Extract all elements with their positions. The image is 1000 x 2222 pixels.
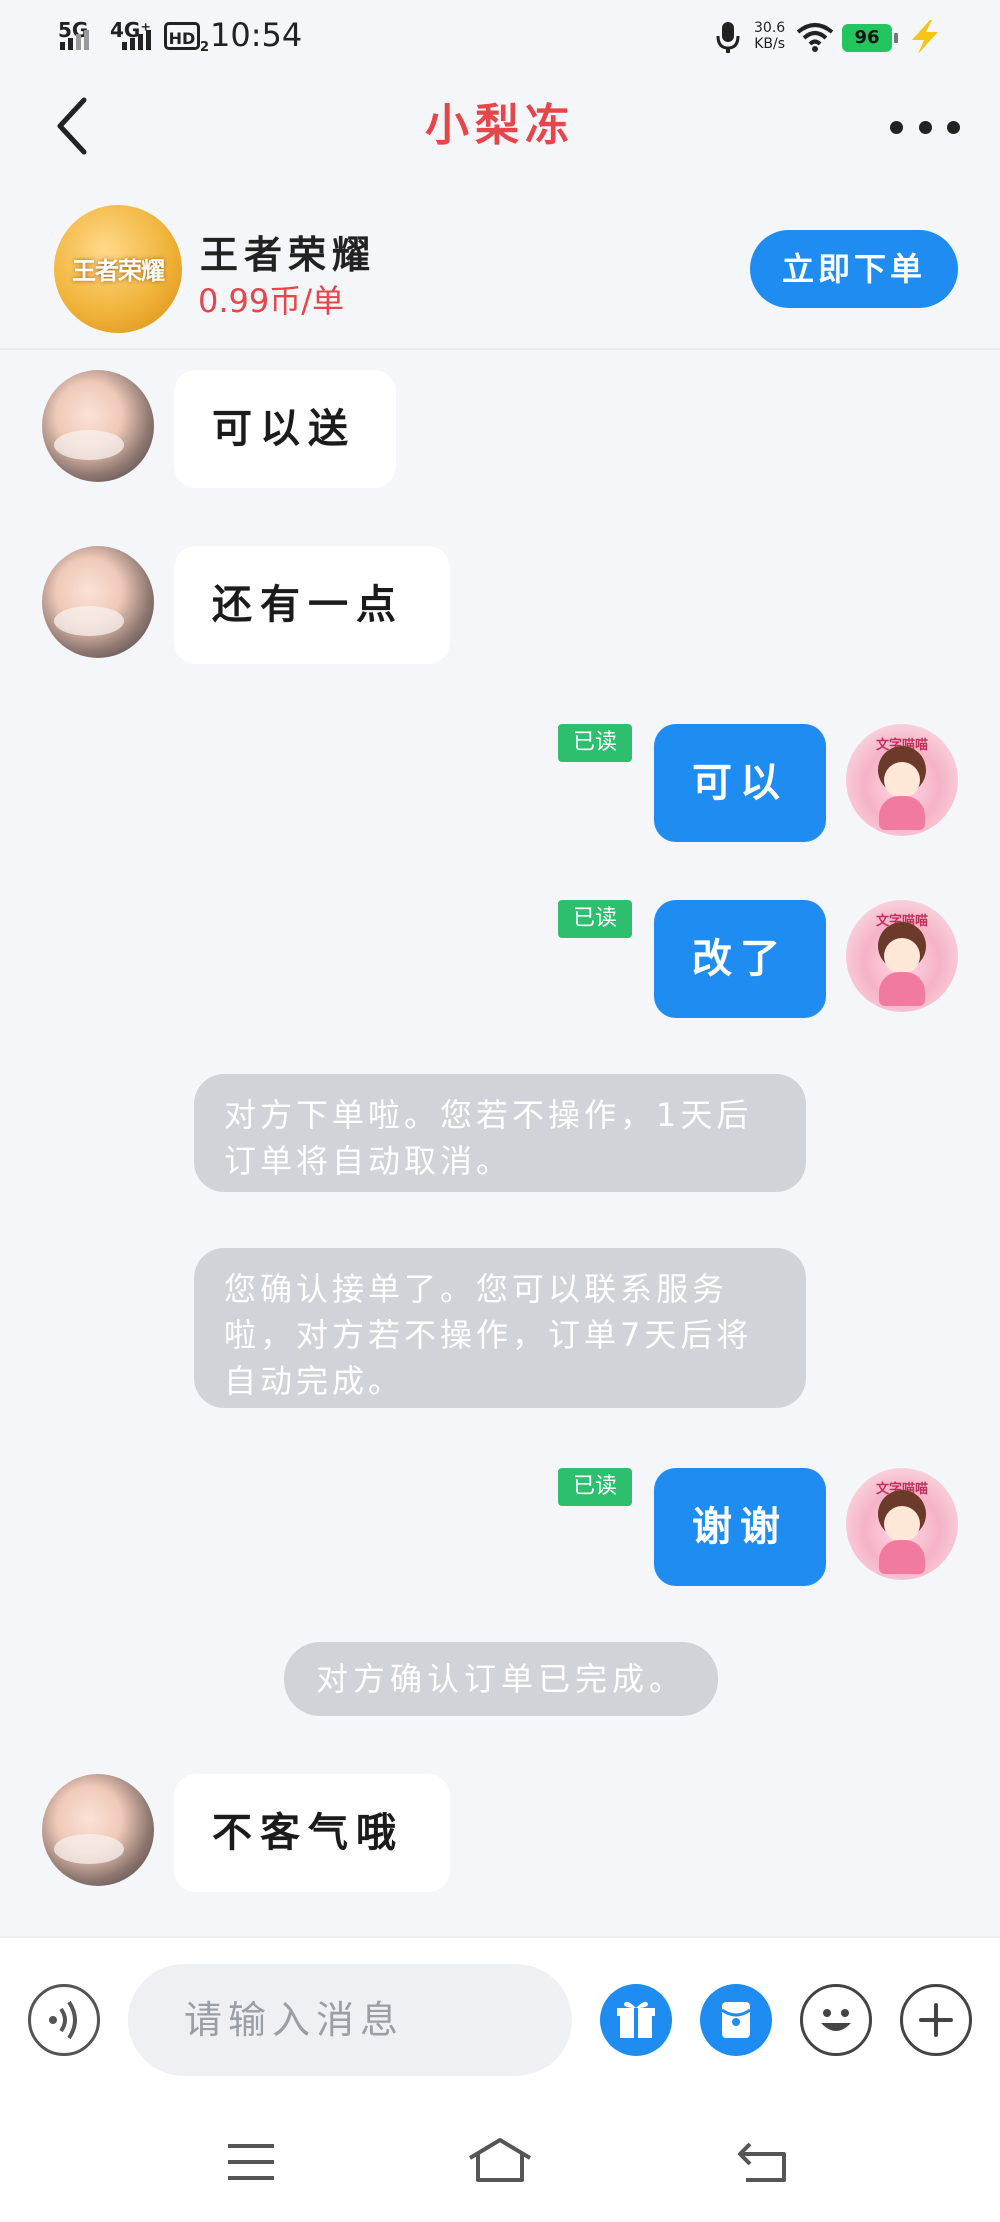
message-input[interactable] — [128, 1964, 572, 2076]
signal-icon — [60, 30, 89, 50]
home-icon[interactable] — [466, 2136, 534, 2184]
wifi-icon — [796, 23, 834, 52]
page-title: 小梨冻 — [425, 100, 575, 151]
read-status-badge: 已读 — [558, 900, 632, 938]
message-bubble: 可以送 — [174, 370, 396, 488]
status-bar: 5G 4G⁺ HD 2 10:54 30.6 KB/s 96 — [0, 0, 1000, 74]
network-speed: 30.6 KB/s — [754, 20, 785, 52]
avatar[interactable] — [42, 370, 154, 482]
message-bubble: 改了 — [654, 900, 826, 1018]
my-avatar[interactable]: 文字喵喵 — [846, 724, 958, 836]
game-name: 王者荣耀 — [200, 233, 377, 277]
back-icon[interactable] — [736, 2140, 790, 2184]
mic-icon — [716, 22, 740, 53]
message-bubble: 还有一点 — [174, 546, 450, 664]
avatar-banner-text: 文字喵喵 — [875, 738, 928, 753]
clock: 10:54 — [210, 16, 303, 54]
red-packet-icon[interactable] — [700, 1984, 772, 2056]
more-dots-icon[interactable] — [890, 114, 960, 140]
plus-icon[interactable] — [900, 1984, 972, 2056]
my-avatar[interactable]: 文字喵喵 — [846, 900, 958, 1012]
battery-icon: 96 — [842, 24, 898, 52]
hd-call-icon: HD — [164, 22, 200, 50]
avatar[interactable] — [42, 1774, 154, 1886]
gift-icon[interactable] — [600, 1984, 672, 2056]
system-message: 对方确认订单已完成。 — [284, 1642, 718, 1716]
system-message: 对方下单啦。您若不操作，1天后订单将自动取消。 — [194, 1074, 806, 1192]
avatar-banner-text: 文字喵喵 — [875, 1482, 928, 1497]
voice-icon[interactable] — [28, 1984, 100, 2056]
message-bubble: 可以 — [654, 724, 826, 842]
my-avatar[interactable]: 文字喵喵 — [846, 1468, 958, 1580]
speed-unit: KB/s — [754, 36, 785, 52]
speed-value: 30.6 — [754, 20, 786, 36]
charging-icon — [912, 20, 938, 54]
hd-sub: 2 — [200, 40, 210, 55]
menu-icon[interactable] — [226, 2142, 276, 2182]
signal-icon — [122, 30, 151, 50]
message-bubble: 不客气哦 — [174, 1774, 450, 1892]
read-status-badge: 已读 — [558, 724, 632, 762]
emoji-icon[interactable] — [800, 1984, 872, 2056]
game-logo[interactable]: 王者荣耀 — [54, 205, 182, 333]
avatar-banner-text: 文字喵喵 — [875, 914, 928, 929]
message-bubble: 谢谢 — [654, 1468, 826, 1586]
avatar[interactable] — [42, 546, 154, 658]
game-price: 0.99币/单 — [198, 282, 345, 320]
battery-level: 96 — [854, 27, 880, 48]
hd-label: HD — [168, 29, 196, 48]
read-status-badge: 已读 — [558, 1468, 632, 1506]
system-message: 您确认接单了。您可以联系服务啦，对方若不操作，订单7天后将自动完成。 — [194, 1248, 806, 1408]
game-logo-text: 王者荣耀 — [72, 257, 165, 285]
order-now-button[interactable]: 立即下单 — [750, 230, 958, 308]
